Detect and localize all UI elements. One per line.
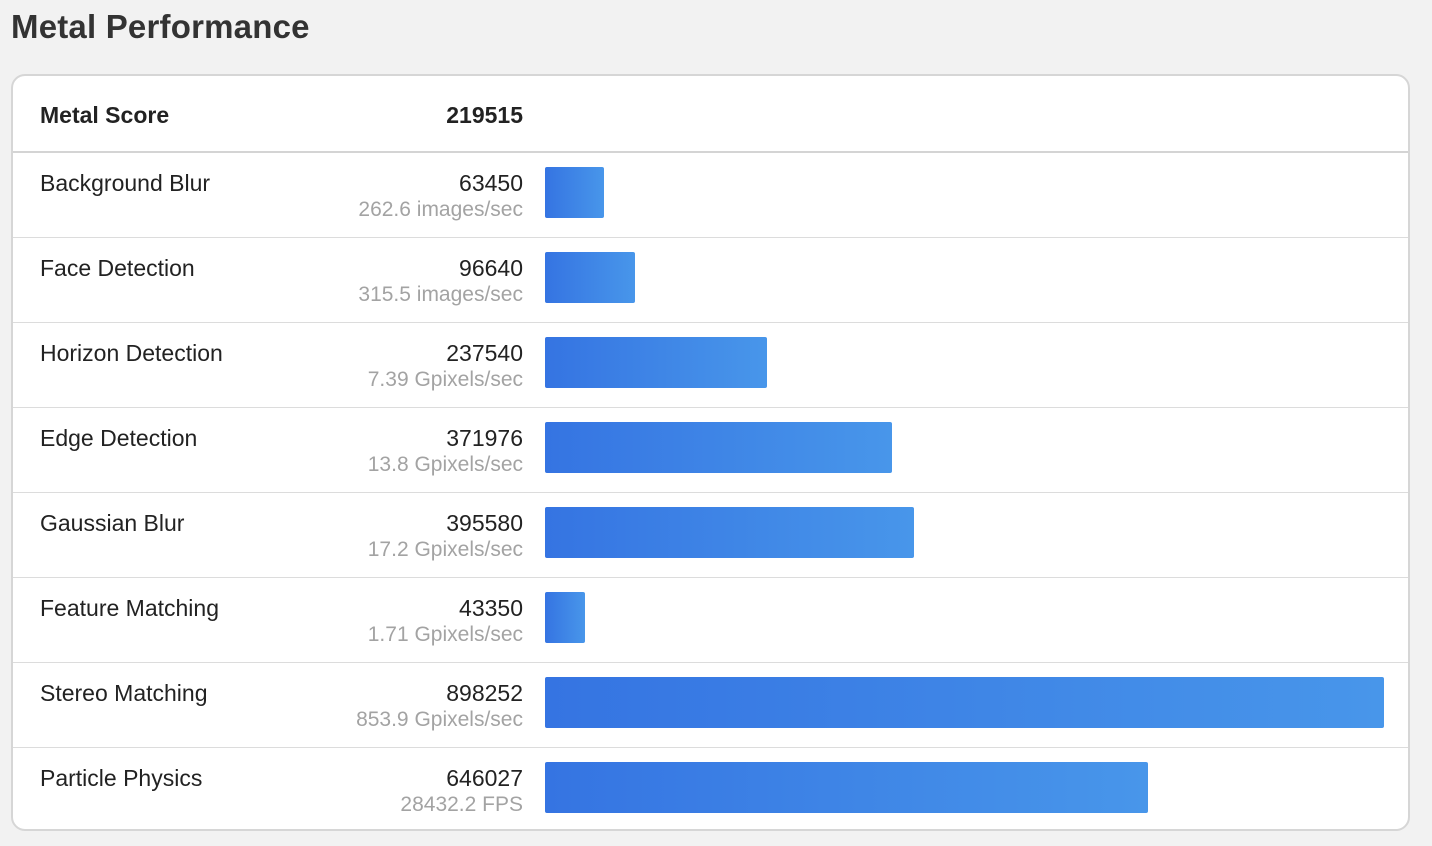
benchmark-rate: 7.39 Gpixels/sec — [367, 368, 523, 391]
benchmark-row: Particle Physics 646027 28432.2 FPS — [13, 748, 1408, 829]
benchmark-bar-track — [545, 252, 1384, 303]
benchmark-name: Background Blur — [40, 170, 211, 196]
benchmark-name: Gaussian Blur — [40, 510, 185, 536]
benchmark-row: Edge Detection 371976 13.8 Gpixels/sec — [13, 408, 1408, 493]
benchmark-name: Stereo Matching — [40, 680, 208, 706]
benchmark-name: Horizon Detection — [40, 340, 223, 366]
benchmark-score: 898252 — [446, 680, 523, 706]
benchmark-row: Gaussian Blur 395580 17.2 Gpixels/sec — [13, 493, 1408, 578]
benchmark-rate: 853.9 Gpixels/sec — [356, 708, 523, 731]
benchmark-rate: 262.6 images/sec — [358, 198, 523, 221]
benchmark-bar-track — [545, 337, 1384, 388]
benchmark-bar — [545, 762, 1148, 813]
benchmark-score: 395580 — [446, 510, 523, 536]
metal-score-label: Metal Score — [40, 102, 170, 128]
benchmark-bar — [545, 507, 914, 558]
benchmark-row: Feature Matching 43350 1.71 Gpixels/sec — [13, 578, 1408, 663]
benchmark-bar — [545, 167, 604, 218]
benchmark-bar-track — [545, 677, 1384, 728]
benchmark-score: 63450 — [459, 170, 523, 196]
benchmark-bar-track — [545, 167, 1384, 218]
metal-score-value: 219515 — [446, 102, 523, 128]
benchmark-bar-track — [545, 762, 1384, 813]
benchmark-row: Stereo Matching 898252 853.9 Gpixels/sec — [13, 663, 1408, 748]
page-title: Metal Performance — [11, 8, 310, 45]
benchmark-bar — [545, 337, 767, 388]
benchmark-rate: 1.71 Gpixels/sec — [367, 623, 523, 646]
benchmark-rate: 13.8 Gpixels/sec — [367, 453, 523, 476]
benchmark-rate: 28432.2 FPS — [400, 793, 523, 816]
benchmark-bar-track — [545, 592, 1384, 643]
benchmark-list: Background Blur 63450 262.6 images/sec Face… — [13, 153, 1408, 829]
benchmark-score: 237540 — [446, 340, 523, 366]
benchmark-score: 96640 — [459, 255, 523, 281]
benchmark-bar-track — [545, 422, 1384, 473]
benchmark-bar — [545, 252, 635, 303]
metal-score-row: Metal Score 219515 — [13, 76, 1408, 153]
benchmark-row: Horizon Detection 237540 7.39 Gpixels/sec — [13, 323, 1408, 408]
benchmark-bar — [545, 677, 1384, 728]
benchmark-bar — [545, 422, 892, 473]
benchmark-name: Feature Matching — [40, 595, 219, 621]
benchmark-score: 371976 — [446, 425, 523, 451]
benchmark-score: 646027 — [446, 765, 523, 791]
benchmark-bar-track — [545, 507, 1384, 558]
benchmark-row: Face Detection 96640 315.5 images/sec — [13, 238, 1408, 323]
benchmark-rate: 17.2 Gpixels/sec — [367, 538, 523, 561]
benchmark-name: Edge Detection — [40, 425, 198, 451]
benchmark-name: Face Detection — [40, 255, 195, 281]
results-card: Metal Score 219515 Background Blur 63450 2… — [11, 74, 1410, 831]
benchmark-bar — [545, 592, 585, 643]
benchmark-name: Particle Physics — [40, 765, 203, 791]
benchmark-score: 43350 — [459, 595, 523, 621]
benchmark-rate: 315.5 images/sec — [358, 283, 523, 306]
benchmark-row: Background Blur 63450 262.6 images/sec — [13, 153, 1408, 238]
